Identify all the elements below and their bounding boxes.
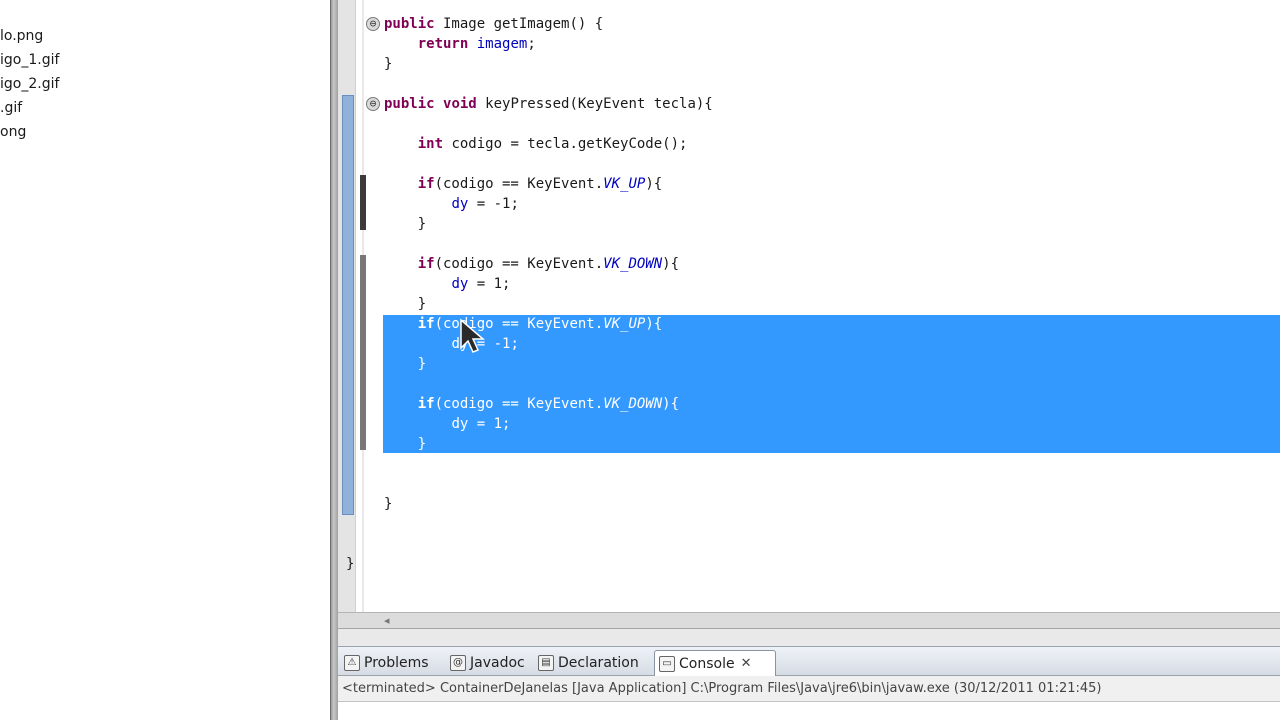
tab-console[interactable]: ▭ Console ✕ — [654, 650, 777, 676]
code-line[interactable]: } — [384, 494, 713, 514]
console-icon: ▭ — [659, 655, 675, 672]
code-line[interactable] — [384, 474, 713, 494]
file-item[interactable]: igo_1.gif — [0, 52, 59, 68]
code-line[interactable]: } — [384, 434, 713, 454]
code-line[interactable] — [384, 74, 713, 94]
code-line[interactable] — [384, 514, 713, 534]
tab-label: Javadoc — [470, 655, 525, 671]
code-line[interactable]: } — [384, 54, 713, 74]
tab-label: Problems — [364, 655, 429, 671]
code-line[interactable] — [384, 534, 713, 554]
code-line[interactable]: } — [346, 554, 713, 574]
code-line[interactable]: } — [384, 354, 713, 374]
console-status: <terminated> ContainerDeJanelas [Java Ap… — [338, 676, 1280, 702]
code-line[interactable]: if(codigo == KeyEvent.VK_UP){ — [384, 314, 713, 334]
file-item[interactable]: ong — [0, 124, 26, 140]
code-line[interactable] — [384, 234, 713, 254]
fold-collapse-icon[interactable]: ⊖ — [366, 97, 380, 111]
code-line[interactable] — [384, 154, 713, 174]
code-line[interactable]: dy = 1; — [384, 274, 713, 294]
code-line[interactable] — [384, 374, 713, 394]
javadoc-icon: @ — [450, 655, 466, 671]
fold-collapse-icon[interactable]: ⊖ — [366, 17, 380, 31]
console-output[interactable] — [338, 702, 1280, 720]
panel-separator[interactable] — [338, 628, 1280, 646]
code-line[interactable]: public void keyPressed(KeyEvent tecla){ — [384, 94, 713, 114]
editor-horizontal-scrollbar[interactable]: ◂ — [338, 612, 1280, 628]
range-indicator — [360, 255, 366, 450]
code-line[interactable]: dy = 1; — [384, 414, 713, 434]
code-line[interactable]: } — [384, 214, 713, 234]
code-line[interactable]: if(codigo == KeyEvent.VK_DOWN){ — [384, 254, 713, 274]
code-line[interactable]: if(codigo == KeyEvent.VK_DOWN){ — [384, 394, 713, 414]
code-line[interactable]: return imagem; — [384, 34, 713, 54]
tab-javadoc[interactable]: @ Javadoc — [446, 650, 531, 676]
code-line[interactable]: dy = -1; — [384, 334, 713, 354]
code-line[interactable]: if(codigo == KeyEvent.VK_UP){ — [384, 174, 713, 194]
file-item[interactable]: .gif — [0, 100, 22, 116]
code-line[interactable]: int codigo = tecla.getKeyCode(); — [384, 134, 713, 154]
package-explorer: lo.png igo_1.gif igo_2.gif .gif ong — [0, 0, 330, 720]
code-line[interactable]: dy = -1; — [384, 194, 713, 214]
file-item[interactable]: lo.png — [0, 28, 43, 44]
marker-bar — [338, 0, 356, 628]
tab-label: Console — [679, 655, 735, 672]
code-editor[interactable]: ⊖ ⊖ public Image getImagem() { return im… — [338, 0, 1280, 628]
code-line[interactable]: } — [384, 294, 713, 314]
code-line[interactable] — [384, 114, 713, 134]
explorer-sash[interactable] — [330, 0, 338, 720]
code-line[interactable]: public Image getImagem() { — [384, 14, 713, 34]
method-range-indicator — [342, 95, 354, 515]
close-icon[interactable]: ✕ — [741, 656, 752, 671]
tab-declaration[interactable]: ▤ Declaration — [534, 650, 645, 676]
tab-label: Declaration — [558, 655, 639, 671]
declaration-icon: ▤ — [538, 655, 554, 671]
mouse-cursor-icon — [460, 318, 486, 353]
tab-problems[interactable]: ⚠ Problems — [340, 650, 435, 676]
code-line[interactable] — [384, 454, 713, 474]
file-item[interactable]: igo_2.gif — [0, 76, 59, 92]
scroll-left-icon[interactable]: ◂ — [384, 614, 390, 627]
views-tabbar: ⚠ Problems @ Javadoc ▤ Declaration ▭ Con… — [338, 646, 1280, 676]
problems-icon: ⚠ — [344, 655, 360, 671]
code-text[interactable]: public Image getImagem() { return imagem… — [346, 14, 713, 574]
range-indicator — [360, 175, 366, 230]
